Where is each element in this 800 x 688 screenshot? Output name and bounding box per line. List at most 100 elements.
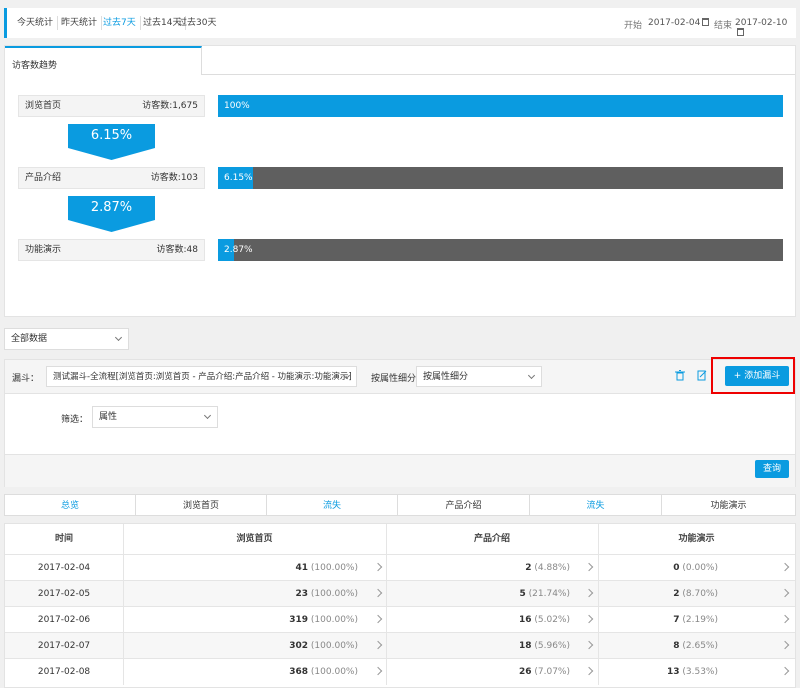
chevron-down-icon [114,333,123,342]
tab-step-demo[interactable]: 功能演示 [661,494,796,516]
select-value: 测试漏斗-全流程[浏览首页:浏览首页 - 产品介绍:产品介绍 - 功能演示:功能… [53,372,352,382]
end-label: 结束 [714,21,733,31]
cell-date: 2017-02-08 [37,667,91,677]
chevron-right-icon[interactable] [780,562,790,572]
chevron-right-icon[interactable] [373,666,383,676]
highlight-box [711,357,795,394]
select-value: 按属性细分 [423,372,469,382]
chevron-right-icon[interactable] [584,666,594,676]
chevron-right-icon[interactable] [780,588,790,598]
cell-demo: 13 (3.53%) [666,667,718,677]
col-divider [123,524,124,554]
calendar-icon [737,28,744,36]
chevron-right-icon[interactable] [584,640,594,650]
cell-product: 18 (5.96%) [518,641,570,651]
cell-product: 5 (21.74%) [519,589,570,599]
funnel-step-1: 浏览首页 访客数:1,675 [18,95,205,117]
chevron-right-icon[interactable] [780,614,790,624]
cell-demo: 7 (2.19%) [673,615,718,625]
cell-demo: 0 (0.00%) [673,563,718,573]
funnel-select[interactable]: 测试漏斗-全流程[浏览首页:浏览首页 - 产品介绍:产品介绍 - 功能演示:功能… [46,366,357,387]
funnel-step-2: 产品介绍 访客数:103 [18,167,205,189]
tab-step-home[interactable]: 浏览首页 [135,494,267,516]
cell-product: 16 (5.02%) [518,615,570,625]
chevron-right-icon[interactable] [373,640,383,650]
select-value: 属性 [99,412,118,422]
conversion-rate: 2.87% [90,200,133,215]
chevron-right-icon[interactable] [584,588,594,598]
funnel-bar-1: 100% [218,95,783,117]
chevron-right-icon[interactable] [584,614,594,624]
cell-home: 368 (100.00%) [289,667,358,677]
bar-percent: 6.15% [224,173,253,183]
cell-home: 41 (100.00%) [295,563,358,573]
step-name: 产品介绍 [25,173,62,183]
conversion-arrow-1: 6.15% [68,124,155,160]
chevron-right-icon[interactable] [373,562,383,572]
cell-date: 2017-02-05 [37,589,91,599]
tab-step-product[interactable]: 产品介绍 [397,494,530,516]
chevron-right-icon[interactable] [373,614,383,624]
tab-visitor-trend[interactable]: 访客数趋势 [5,46,202,75]
col-header-time: 时间 [54,534,73,544]
funnel-step-3: 功能演示 访客数:48 [18,239,205,261]
col-divider [386,524,387,554]
table-row[interactable]: 2017-02-07 302 (100.00%) 18 (5.96%) 8 (2.65… [5,632,795,659]
group-by-select[interactable]: 按属性细分 [416,366,542,387]
step-name: 浏览首页 [25,101,62,111]
conversion-rate: 6.15% [90,128,133,143]
range-today[interactable]: 今天统计 [13,16,59,30]
data-scope-select[interactable]: 全部数据 [4,328,129,350]
end-date[interactable]: 2017-02-10 [735,18,796,38]
step-visitor-count: 访客数:48 [156,245,199,255]
bar-fill [218,95,783,117]
cell-demo: 2 (8.70%) [673,589,718,599]
conversion-arrow-2: 2.87% [68,196,155,232]
edit-icon[interactable] [697,370,707,381]
step-visitor-count: 访客数:1,675 [142,101,198,111]
cell-home: 23 (100.00%) [295,589,358,599]
col-header-home: 浏览首页 [236,534,273,544]
cell-home: 319 (100.00%) [289,615,358,625]
start-label: 开始 [624,21,643,31]
filter-label: 筛选： [61,415,89,425]
table-row[interactable]: 2017-02-04 41 (100.00%) 2 (4.88%) 0 (0.00%) [5,554,795,581]
tab-churn-1[interactable]: 流失 [266,494,398,516]
col-divider [598,524,599,554]
tab-overview[interactable]: 总览 [4,494,136,516]
funnel-bar-3: 2.87% [218,239,783,261]
range-last-7-days[interactable]: 过去7天 [99,16,141,30]
chevron-down-icon [527,371,536,380]
query-button[interactable]: 查询 [755,460,789,478]
chevron-right-icon[interactable] [780,640,790,650]
cell-date: 2017-02-06 [37,615,91,625]
col-header-product: 产品介绍 [473,534,510,544]
chevron-right-icon[interactable] [584,562,594,572]
range-last-30-days[interactable]: 过去30天 [174,16,220,30]
cell-home: 302 (100.00%) [289,641,358,651]
table-row[interactable]: 2017-02-06 319 (100.00%) 16 (5.02%) 7 (2.19… [5,606,795,633]
trash-icon[interactable] [675,370,685,381]
cell-product: 2 (4.88%) [525,563,570,573]
tab-churn-2[interactable]: 流失 [529,494,662,516]
bar-percent: 2.87% [224,245,253,255]
bar-percent: 100% [224,101,250,111]
chevron-down-icon [203,411,212,420]
date-range-bar: 今天统计 昨天统计 过去7天 过去14天 过去30天 开始 2017-02-04… [4,8,796,38]
start-date[interactable]: 2017-02-04 [648,18,710,28]
cell-date: 2017-02-07 [37,641,91,651]
chevron-right-icon[interactable] [780,666,790,676]
table-row[interactable]: 2017-02-05 23 (100.00%) 5 (21.74%) 2 (8.70%… [5,580,795,607]
filter-select[interactable]: 属性 [92,406,218,428]
funnel-bar-2: 6.15% [218,167,783,189]
funnel-config-footer [5,454,795,487]
range-yesterday[interactable]: 昨天统计 [57,16,103,30]
cell-date: 2017-02-04 [37,563,91,573]
chevron-right-icon[interactable] [373,588,383,598]
step-visitor-count: 访客数:103 [150,173,198,183]
col-header-demo: 功能演示 [678,534,715,544]
table-row[interactable]: 2017-02-08 368 (100.00%) 26 (7.07%) 13 (3.5… [5,658,795,685]
calendar-icon [702,18,710,26]
select-value: 全部数据 [11,334,48,344]
cell-demo: 8 (2.65%) [673,641,718,651]
